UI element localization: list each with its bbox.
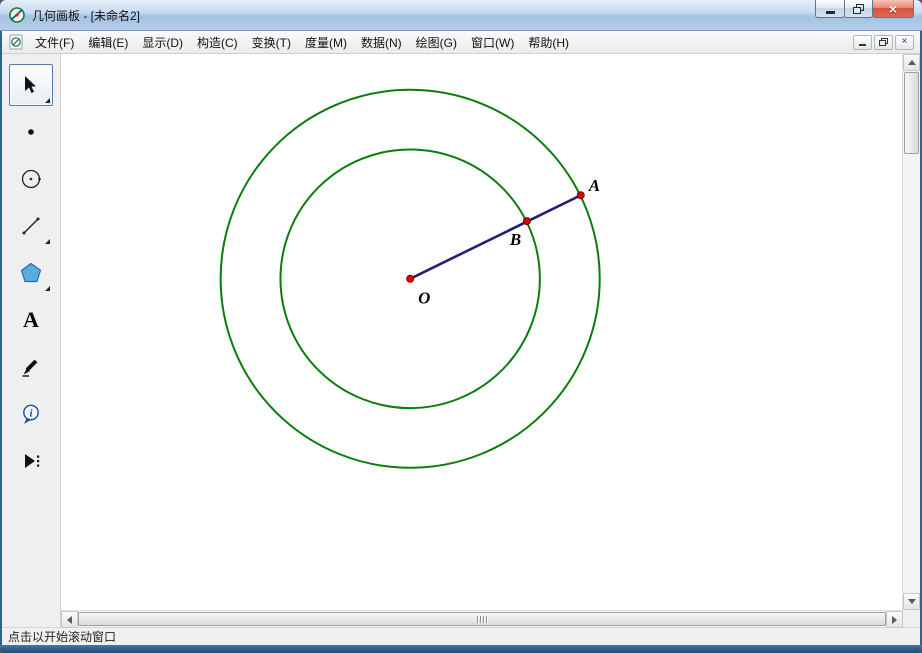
horizontal-scrollbar-row xyxy=(2,610,920,627)
menu-item-graph[interactable]: 绘图(G) xyxy=(409,32,464,53)
restore-icon xyxy=(853,4,864,14)
information-tool[interactable]: i xyxy=(9,393,53,435)
flyout-indicator-icon xyxy=(45,239,50,244)
menu-item-data[interactable]: 数据(N) xyxy=(354,32,409,53)
app-window: 几何画板 - [未命名2] × 文件(F) xyxy=(0,0,922,653)
close-icon: × xyxy=(889,1,897,17)
window-controls: × xyxy=(816,0,914,18)
segment-tool[interactable] xyxy=(9,205,53,247)
point-label-A[interactable]: A xyxy=(588,176,600,195)
horizontal-scrollbar[interactable] xyxy=(61,610,903,627)
sketch-canvas[interactable]: O B A xyxy=(61,54,902,610)
close-button[interactable]: × xyxy=(872,0,914,18)
point-O[interactable] xyxy=(407,275,414,282)
polygon-tool[interactable] xyxy=(9,252,53,294)
point-A[interactable] xyxy=(577,192,584,199)
vertical-scrollbar[interactable] xyxy=(902,54,920,610)
status-text: 点击以开始滚动窗口 xyxy=(8,628,116,645)
menu-item-display[interactable]: 显示(D) xyxy=(135,32,190,53)
arrow-up-icon xyxy=(908,60,916,65)
segment-icon xyxy=(20,215,42,237)
menu-item-construct[interactable]: 构造(C) xyxy=(190,32,245,53)
info-bubble-icon: i xyxy=(20,403,42,425)
selection-arrow-tool[interactable] xyxy=(9,64,53,106)
window-title: 几何画板 - [未命名2] xyxy=(32,7,140,24)
text-tool[interactable]: A xyxy=(9,299,53,341)
menu-item-transform[interactable]: 变换(T) xyxy=(245,32,298,53)
text-tool-icon: A xyxy=(23,307,39,333)
flyout-indicator-icon xyxy=(45,286,50,291)
minimize-icon xyxy=(826,11,835,14)
menu-item-measure[interactable]: 度量(M) xyxy=(298,32,354,53)
segment-0[interactable] xyxy=(410,195,581,279)
sketch-svg: O B A xyxy=(61,54,902,610)
marker-tool[interactable] xyxy=(9,346,53,388)
menu-item-help[interactable]: 帮助(H) xyxy=(521,32,576,53)
thumb-grip-icon xyxy=(477,616,478,623)
scroll-right-button[interactable] xyxy=(886,611,903,628)
arrow-right-icon xyxy=(892,616,897,624)
marker-pen-icon xyxy=(20,356,42,378)
vertical-scroll-thumb[interactable] xyxy=(904,72,919,154)
mdi-minimize-button[interactable] xyxy=(853,35,872,50)
custom-tool[interactable] xyxy=(9,440,53,482)
point-label-B[interactable]: B xyxy=(509,230,521,249)
mdi-minimize-icon xyxy=(859,44,866,46)
menu-item-window[interactable]: 窗口(W) xyxy=(464,32,521,53)
circle-tool[interactable] xyxy=(9,158,53,200)
compass-circle-icon xyxy=(20,168,42,190)
point-label-O[interactable]: O xyxy=(418,289,430,308)
arrow-down-icon xyxy=(908,599,916,604)
flyout-indicator-icon xyxy=(45,98,50,103)
menu-item-file[interactable]: 文件(F) xyxy=(28,32,81,53)
mdi-controls: × xyxy=(853,35,916,50)
minimize-button[interactable] xyxy=(815,0,845,18)
mdi-close-icon: × xyxy=(902,37,908,47)
selection-arrow-icon xyxy=(20,74,42,96)
mdi-restore-button[interactable] xyxy=(874,35,893,50)
document-icon xyxy=(8,34,24,50)
thumb-grip-icon xyxy=(480,616,481,623)
custom-tool-icon xyxy=(20,450,42,472)
menu-item-edit[interactable]: 编辑(E) xyxy=(81,32,135,53)
window-bottom-border xyxy=(0,645,922,653)
point-tool[interactable] xyxy=(9,111,53,153)
horizontal-scroll-thumb[interactable] xyxy=(78,612,886,626)
status-bar: 点击以开始滚动窗口 xyxy=(2,627,920,645)
title-bar: 几何画板 - [未命名2] × xyxy=(0,0,922,31)
app-icon xyxy=(8,6,26,24)
scrollbar-corner xyxy=(903,610,920,627)
toolbar-spacer xyxy=(2,610,61,627)
scroll-up-button[interactable] xyxy=(903,54,920,71)
tool-palette: A i xyxy=(2,54,61,610)
thumb-grip-icon xyxy=(486,616,487,623)
mdi-restore-icon xyxy=(879,38,888,47)
restore-button[interactable] xyxy=(844,0,873,18)
arrow-left-icon xyxy=(67,616,72,624)
scroll-down-button[interactable] xyxy=(903,593,920,610)
window-body: 文件(F) 编辑(E) 显示(D) 构造(C) 变换(T) 度量(M) 数据(N… xyxy=(2,31,920,645)
scroll-left-button[interactable] xyxy=(61,611,78,628)
thumb-grip-icon xyxy=(483,616,484,623)
mdi-close-button[interactable]: × xyxy=(895,35,914,50)
point-icon xyxy=(20,121,42,143)
main-area: A i xyxy=(2,54,920,610)
point-B[interactable] xyxy=(523,218,530,225)
menu-bar: 文件(F) 编辑(E) 显示(D) 构造(C) 变换(T) 度量(M) 数据(N… xyxy=(2,31,920,54)
polygon-icon xyxy=(20,262,42,284)
